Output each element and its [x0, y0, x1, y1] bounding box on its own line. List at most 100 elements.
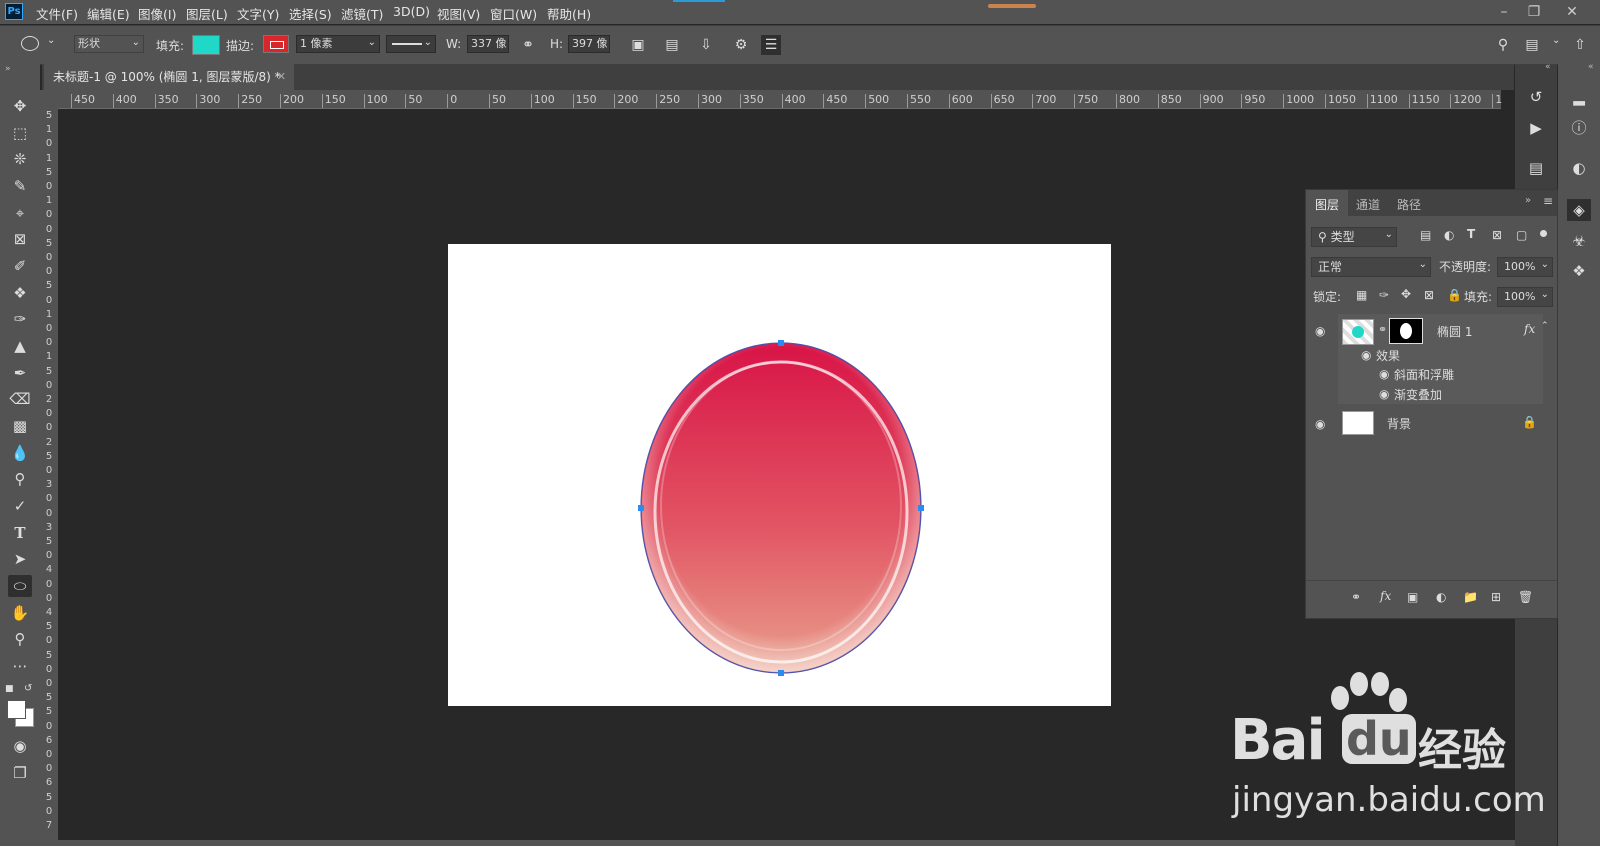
chevron-down-icon[interactable]: ⌄: [1552, 35, 1560, 46]
ellipse-tool-preset-icon[interactable]: [21, 36, 39, 51]
collapse-icon[interactable]: «: [1588, 62, 1594, 72]
dodge-tool-icon[interactable]: ⚲: [8, 468, 32, 490]
menu-image[interactable]: 图像(I): [138, 4, 176, 23]
frame-tool-icon[interactable]: ⊠: [8, 228, 32, 250]
effect-eye-icon[interactable]: ◉: [1379, 387, 1389, 401]
blur-tool-icon[interactable]: 💧: [8, 442, 32, 464]
effect-eye-icon[interactable]: ◉: [1379, 367, 1389, 381]
close-icon[interactable]: ✕: [1557, 2, 1587, 22]
delete-layer-icon[interactable]: 🗑: [1518, 590, 1533, 604]
menu-3d[interactable]: 3D(D): [393, 4, 430, 19]
horizontal-ruler[interactable]: 450 400 350 300 250 200 150 100 50 0 50 100 150 200 25…: [58, 90, 1502, 109]
height-field[interactable]: 397 像: [568, 35, 610, 53]
marquee-tool-icon[interactable]: ⬚: [8, 122, 32, 144]
paths-icon[interactable]: ❖: [1567, 260, 1591, 282]
close-tab-icon[interactable]: ✕: [277, 64, 286, 90]
lock-position-icon[interactable]: ✥: [1401, 287, 1411, 301]
stroke-width-field[interactable]: 1 像素 ⌄: [296, 35, 380, 53]
effect-bevel-emboss[interactable]: 斜面和浮雕: [1394, 366, 1454, 383]
opacity-field[interactable]: 100% ⌄: [1497, 257, 1553, 277]
filter-pixel-icon[interactable]: ▤: [1420, 228, 1431, 242]
window-grip[interactable]: [988, 4, 1036, 8]
adjustments-icon[interactable]: ◐: [1567, 157, 1591, 179]
photoshop-logo[interactable]: Ps: [5, 3, 23, 20]
filter-smart-object-icon[interactable]: ▢: [1516, 228, 1527, 242]
layer-mask-thumbnail[interactable]: [1389, 318, 1423, 344]
menu-help[interactable]: 帮助(H): [547, 4, 591, 23]
restore-icon[interactable]: ❐: [1519, 2, 1549, 22]
visibility-eye-icon[interactable]: ◉: [1315, 417, 1325, 431]
layers-panel-icon[interactable]: ◈: [1567, 199, 1591, 221]
filter-kind-select[interactable]: ⚲ 类型 ⌄: [1311, 227, 1397, 247]
filter-toggle-icon[interactable]: [1540, 230, 1547, 237]
link-icon[interactable]: ⚭: [518, 35, 538, 55]
effect-gradient-overlay[interactable]: 渐变叠加: [1394, 386, 1442, 403]
fill-field[interactable]: 100% ⌄: [1497, 287, 1553, 307]
history-icon[interactable]: ↺: [1524, 86, 1548, 108]
menu-type[interactable]: 文字(Y): [237, 4, 279, 23]
width-field[interactable]: 337 像: [467, 35, 509, 53]
more-tools-icon[interactable]: ⋯: [8, 655, 32, 677]
tab-layers[interactable]: 图层: [1315, 196, 1339, 213]
panel-menu-icon[interactable]: ≡: [1543, 194, 1553, 208]
link-layers-icon[interactable]: ⚭: [1351, 590, 1361, 604]
history-brush-tool-icon[interactable]: ✒: [8, 362, 32, 384]
menu-filter[interactable]: 滤镜(T): [341, 4, 383, 23]
swap-colors-icon[interactable]: ↺: [24, 683, 32, 694]
tool-mode-select[interactable]: 形状 ⌄: [74, 35, 144, 53]
ellipse-tool-icon[interactable]: ⬭: [8, 575, 32, 597]
layer-row[interactable]: 背景 🔒: [1338, 406, 1573, 440]
lock-all-icon[interactable]: 🔒: [1447, 288, 1462, 302]
layer-row[interactable]: ⚭ 椭圆 1 fx ⌃: [1338, 314, 1573, 348]
gradient-tool-icon[interactable]: ▩: [8, 415, 32, 437]
link-icon[interactable]: ⚭: [1378, 323, 1387, 336]
histogram-icon[interactable]: ▂: [1567, 86, 1591, 108]
stroke-color-swatch[interactable]: [263, 35, 289, 53]
collapse-icon[interactable]: «: [1545, 62, 1551, 72]
ellipse-shape[interactable]: [448, 244, 1111, 706]
eyedropper-tool-icon[interactable]: ✐: [8, 255, 32, 277]
chevron-down-icon[interactable]: ⌄: [47, 35, 55, 46]
foreground-color-swatch[interactable]: [7, 700, 26, 719]
blend-mode-select[interactable]: 正常 ⌄: [1311, 257, 1431, 277]
menu-view[interactable]: 视图(V): [437, 4, 480, 23]
add-mask-icon[interactable]: ▣: [1407, 590, 1418, 604]
align-edges-icon[interactable]: ☰: [761, 35, 781, 55]
menu-edit[interactable]: 编辑(E): [87, 4, 130, 23]
actions-play-icon[interactable]: ▶: [1524, 117, 1548, 139]
menu-file[interactable]: 文件(F): [36, 4, 78, 23]
menu-layer[interactable]: 图层(L): [186, 4, 228, 23]
path-alignment-icon[interactable]: ▤: [662, 35, 682, 55]
visibility-eye-icon[interactable]: ◉: [1315, 324, 1325, 338]
type-tool-icon[interactable]: T: [8, 522, 32, 544]
lock-transparency-icon[interactable]: ▦: [1356, 288, 1367, 302]
stamp-tool-icon[interactable]: ▲: [8, 335, 32, 357]
crop-tool-icon[interactable]: ⌖: [8, 202, 32, 224]
quick-mask-icon[interactable]: ◉: [8, 735, 32, 757]
document-canvas[interactable]: [448, 244, 1111, 706]
move-tool-icon[interactable]: ✥: [8, 95, 32, 117]
stroke-type-select[interactable]: ⌄: [386, 35, 436, 53]
libraries-icon[interactable]: ▤: [1524, 157, 1548, 179]
new-layer-icon[interactable]: ⊞: [1491, 590, 1501, 604]
pen-tool-icon[interactable]: ✓: [8, 495, 32, 517]
screen-mode-icon[interactable]: ❐: [8, 762, 32, 784]
new-group-icon[interactable]: 📁: [1463, 590, 1478, 604]
search-icon[interactable]: ⚲: [1493, 35, 1513, 55]
channels-icon[interactable]: ☣: [1567, 230, 1591, 252]
filter-type-icon[interactable]: T: [1467, 227, 1475, 241]
expand-icon[interactable]: »: [1525, 195, 1531, 206]
document-tab[interactable]: 未标题-1 @ 100% (椭圆 1, 图层蒙版/8) * ✕: [44, 64, 294, 90]
default-colors-icon[interactable]: ■: [5, 684, 14, 694]
share-icon[interactable]: ⇧: [1570, 35, 1590, 55]
quick-select-tool-icon[interactable]: ✎: [8, 175, 32, 197]
info-icon[interactable]: ⓘ: [1567, 117, 1591, 139]
tab-paths[interactable]: 路径: [1397, 196, 1421, 213]
filter-adjustment-icon[interactable]: ◐: [1444, 228, 1454, 242]
menu-window[interactable]: 窗口(W): [490, 4, 537, 23]
layer-fx-icon[interactable]: fx: [1524, 322, 1535, 336]
tab-channels[interactable]: 通道: [1356, 196, 1380, 213]
lock-pixels-icon[interactable]: ✑: [1379, 288, 1389, 302]
zoom-tool-icon[interactable]: ⚲: [8, 628, 32, 650]
minimize-icon[interactable]: –: [1489, 2, 1519, 22]
